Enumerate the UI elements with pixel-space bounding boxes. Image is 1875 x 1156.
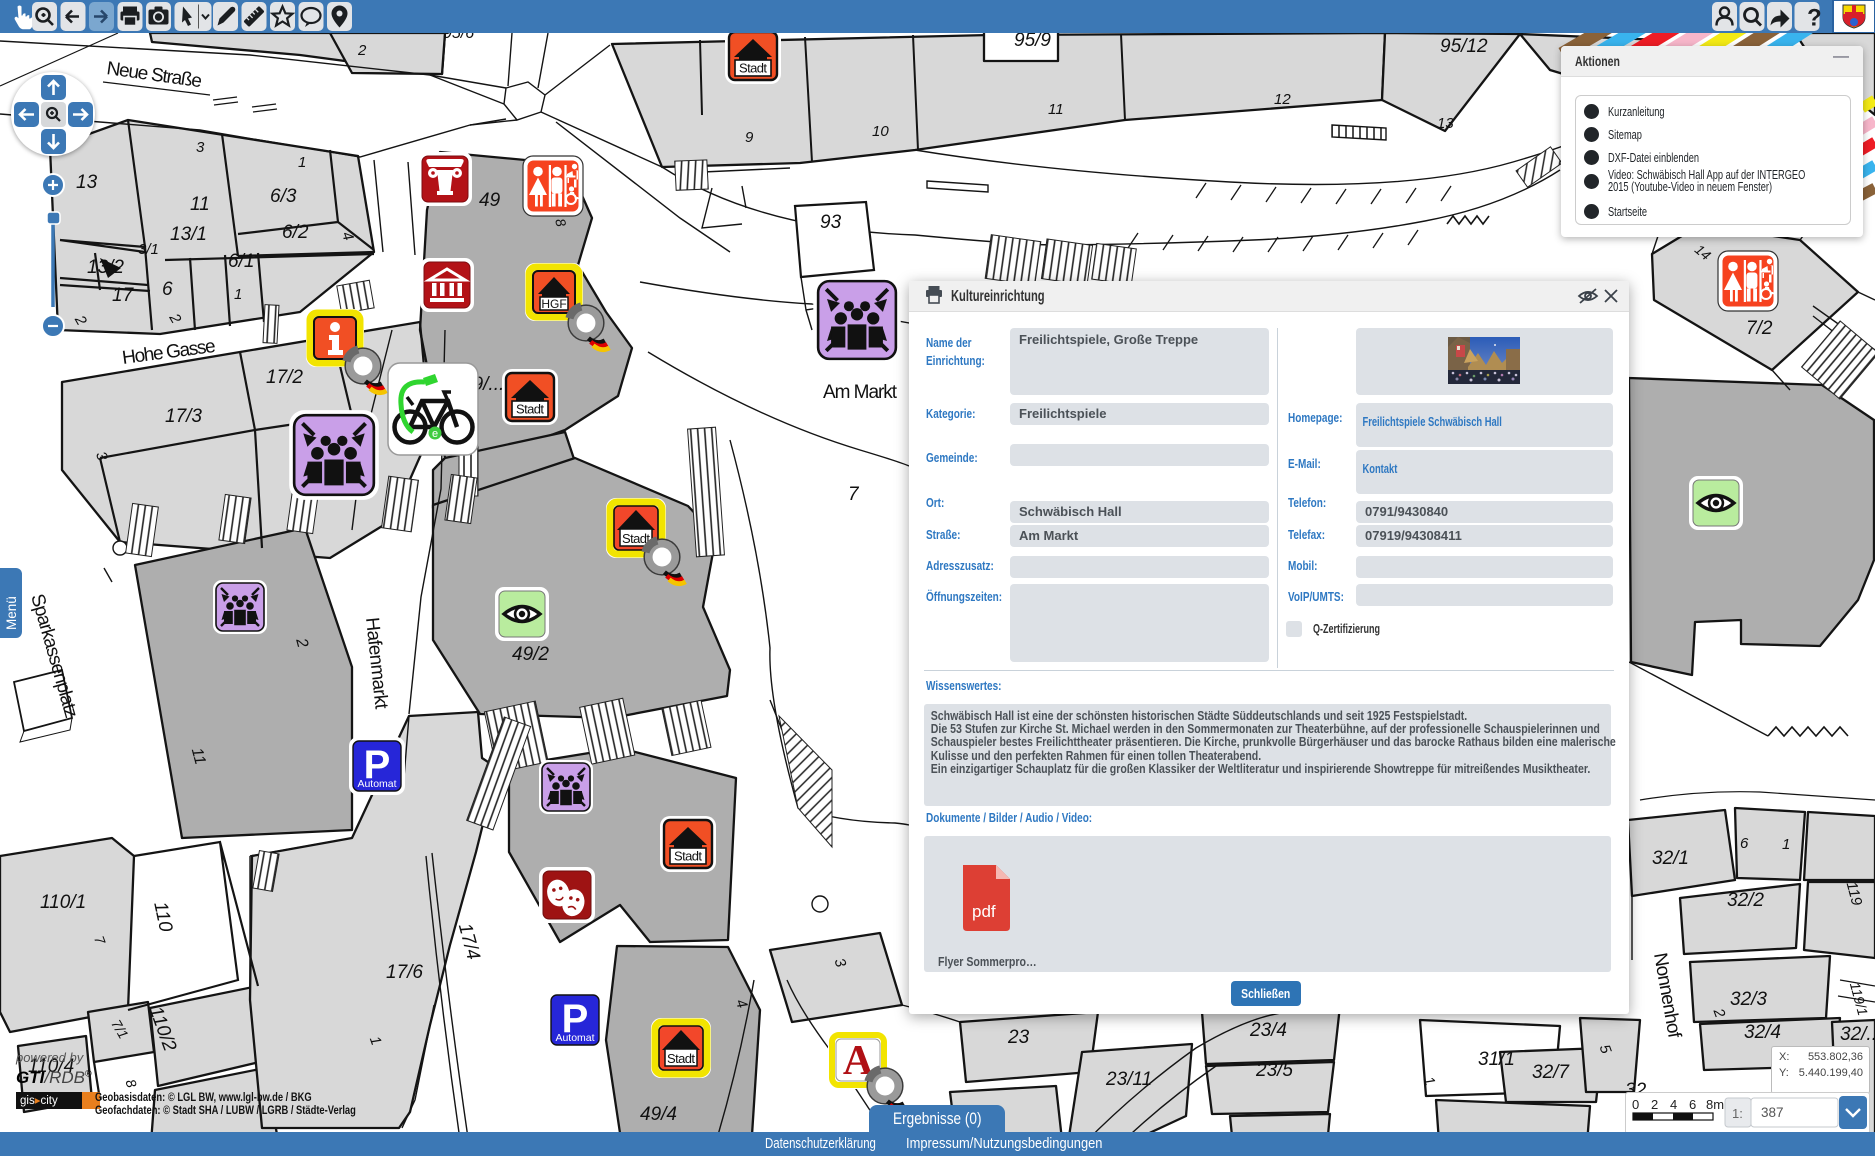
svg-text:6: 6 (1740, 835, 1749, 852)
svg-text:95/12: 95/12 (1440, 36, 1488, 57)
svg-text:17/4: 17/4 (454, 921, 484, 962)
svg-text:3/1: 3/1 (138, 241, 159, 258)
svg-text:pdf: pdf (972, 902, 996, 921)
svg-text:Nonnenhof: Nonnenhof (1649, 951, 1685, 1040)
svg-text:10: 10 (872, 123, 889, 140)
svg-text:8: 8 (122, 1077, 140, 1090)
svg-text:13: 13 (1437, 115, 1454, 132)
svg-text:6/3: 6/3 (270, 186, 297, 207)
svg-text:32/4: 32/4 (1744, 1022, 1781, 1043)
svg-text:32/7: 32/7 (1532, 1062, 1570, 1083)
svg-text:23/11: 23/11 (1105, 1069, 1152, 1090)
svg-text:13/1: 13/1 (170, 224, 207, 245)
svg-text:1: 1 (298, 154, 306, 171)
svg-text:49/4: 49/4 (640, 1104, 677, 1125)
svg-text:23/4: 23/4 (1249, 1020, 1287, 1041)
svg-text:387: 387 (1761, 1105, 1784, 1120)
svg-text:Am Markt: Am Markt (823, 382, 898, 403)
svg-text:93: 93 (820, 212, 842, 233)
svg-text:11: 11 (1048, 101, 1064, 118)
svg-text:23/5: 23/5 (1255, 1060, 1293, 1081)
svg-text:17/2: 17/2 (266, 367, 303, 388)
svg-text:32/2: 32/2 (1727, 890, 1764, 911)
svg-text:17: 17 (112, 285, 135, 306)
svg-text:9: 9 (745, 129, 754, 146)
svg-text:2: 2 (1651, 1097, 1658, 1112)
svg-text:95/9: 95/9 (1014, 30, 1051, 51)
svg-text:6: 6 (1689, 1097, 1696, 1112)
svg-text:17/3: 17/3 (165, 406, 202, 427)
svg-text:13/2: 13/2 (87, 257, 124, 278)
svg-text:11: 11 (190, 194, 210, 215)
svg-text:7/2: 7/2 (1746, 318, 1773, 339)
svg-text:32/1: 32/1 (1652, 848, 1689, 869)
svg-text:1:: 1: (1732, 1106, 1743, 1121)
svg-text:1: 1 (234, 286, 242, 303)
svg-text:3: 3 (196, 139, 205, 156)
svg-text:Hafenmarkt: Hafenmarkt (361, 616, 392, 710)
svg-text:4: 4 (1670, 1097, 1677, 1112)
svg-text:31/1: 31/1 (1478, 1049, 1515, 1070)
svg-text:2: 2 (357, 42, 367, 59)
svg-text:119/1: 119/1 (1847, 980, 1871, 1017)
svg-text:17/6: 17/6 (386, 962, 423, 983)
svg-text:8m: 8m (1706, 1097, 1724, 1112)
svg-text:0: 0 (1632, 1097, 1639, 1112)
svg-text:110/1: 110/1 (40, 892, 86, 913)
svg-text:12: 12 (1274, 91, 1291, 108)
svg-text:1: 1 (1782, 836, 1790, 853)
svg-text:7: 7 (848, 484, 860, 505)
svg-text:6: 6 (162, 279, 173, 300)
svg-text:32/...: 32/... (1840, 1024, 1875, 1045)
svg-text:49: 49 (479, 190, 501, 211)
svg-text:6/1: 6/1 (228, 251, 254, 272)
svg-text:?: ? (1807, 5, 1822, 32)
svg-text:49/2: 49/2 (512, 644, 549, 665)
svg-text:6/2: 6/2 (282, 222, 309, 243)
svg-text:Neue Straße: Neue Straße (105, 58, 203, 92)
svg-text:110: 110 (149, 900, 176, 934)
svg-text:32/3: 32/3 (1730, 989, 1767, 1010)
svg-text:23: 23 (1007, 1027, 1030, 1048)
svg-text:13: 13 (76, 172, 98, 193)
